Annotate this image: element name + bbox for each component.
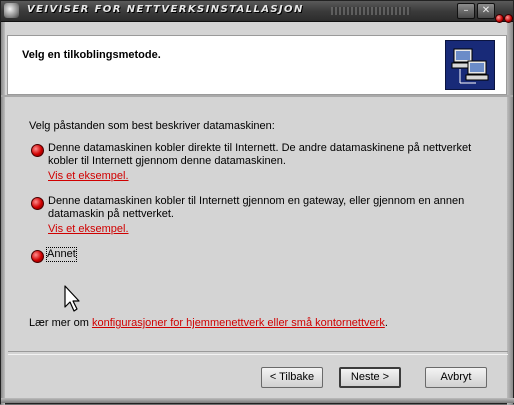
radio-option-direct[interactable]	[31, 144, 44, 157]
option-direct-line-1: Denne datamaskinen kobler direkte til In…	[48, 142, 472, 154]
window-frame-bottom	[1, 398, 514, 403]
minimize-button[interactable]: –	[457, 3, 475, 19]
title-grip	[331, 7, 411, 15]
page-title: Velg en tilkoblingsmetode.	[22, 49, 161, 61]
wizard-window: VEIVISER FOR NETTVERKSINSTALLASJON – ✕ V…	[0, 0, 514, 405]
wizard-header: Velg en tilkoblingsmetode.	[7, 35, 507, 95]
network-computers-icon	[445, 40, 495, 90]
learn-more-suffix: .	[384, 317, 388, 329]
radio-option-gateway[interactable]	[31, 197, 44, 210]
close-icon: ✕	[481, 5, 491, 16]
option-gateway-line-1: Denne datamaskinen kobler til Internett …	[48, 195, 465, 207]
app-icon[interactable]	[4, 3, 19, 18]
footer-separator	[8, 351, 508, 355]
show-example-link-1[interactable]: Vis et eksempel.	[48, 170, 129, 182]
option-direct-label[interactable]: Denne datamaskinen kobler direkte til In…	[48, 142, 471, 168]
back-button[interactable]: < Tilbake	[261, 367, 323, 388]
radio-option-other[interactable]	[31, 250, 44, 263]
mouse-cursor-icon	[64, 285, 80, 312]
prompt-text: Velg påstanden som best beskriver datama…	[29, 120, 275, 132]
window-frame-right	[507, 21, 513, 405]
header-divider	[1, 95, 513, 97]
learn-more-link[interactable]: konfigurasjoner for hjemmenettverk eller…	[92, 317, 385, 329]
show-example-link-2[interactable]: Vis et eksempel.	[48, 223, 129, 235]
rollup-button[interactable]	[495, 14, 504, 23]
close-button[interactable]: ✕	[477, 3, 495, 19]
minimize-icon: –	[463, 5, 469, 16]
title-bar[interactable]: VEIVISER FOR NETTVERKSINSTALLASJON – ✕	[1, 1, 513, 23]
window-title: VEIVISER FOR NETTVERKSINSTALLASJON	[27, 4, 304, 15]
cancel-button[interactable]: Avbryt	[425, 367, 487, 388]
learn-more-text: Lær mer om konfigurasjoner for hjemmenet…	[29, 317, 388, 329]
window-frame-left	[1, 21, 5, 405]
option-gateway-label[interactable]: Denne datamaskinen kobler til Internett …	[48, 195, 464, 221]
pin-button[interactable]	[504, 14, 513, 23]
learn-more-prefix: Lær mer om	[29, 317, 92, 329]
option-gateway-line-2: datamaskin på nettverket.	[48, 208, 174, 220]
option-other-label[interactable]: Annet	[46, 247, 77, 262]
next-button[interactable]: Neste >	[339, 367, 401, 388]
option-direct-line-2: kobler til Internett gjennom denne datam…	[48, 155, 286, 167]
